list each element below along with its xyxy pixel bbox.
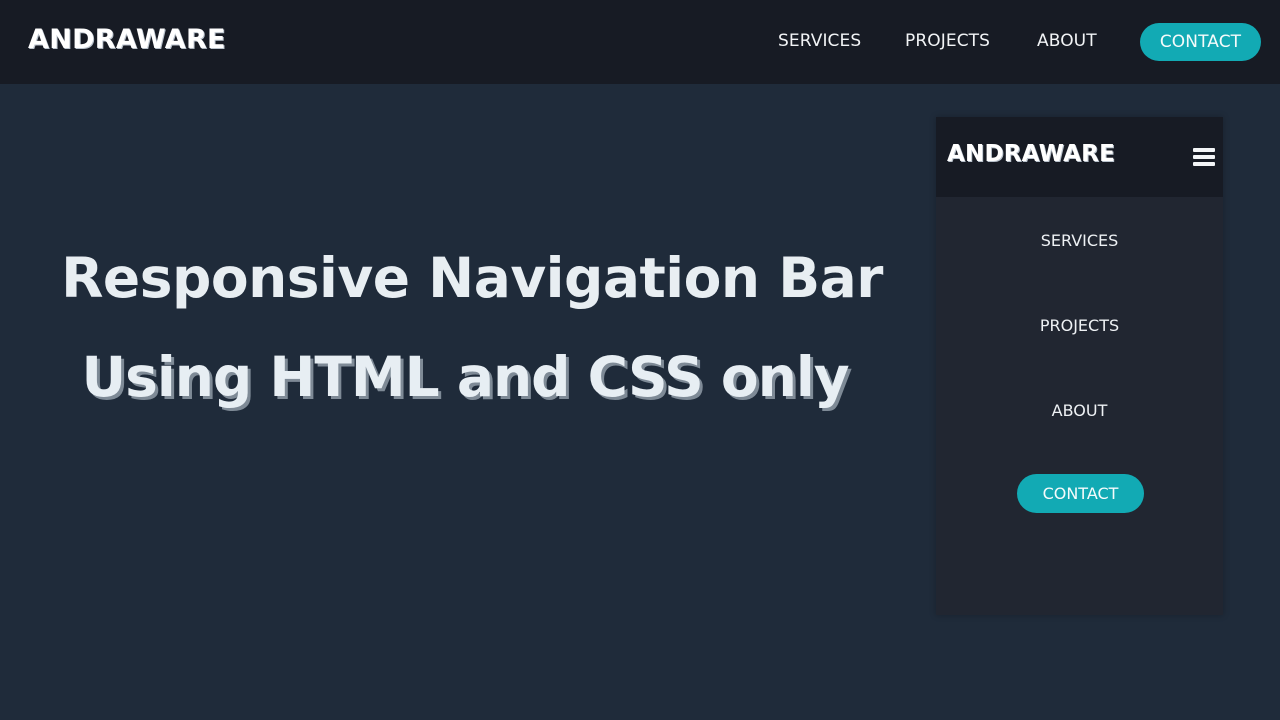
mobile-preview-panel: ANDRAWARE SERVICES PROJECTS ABOUT CONTAC… xyxy=(936,117,1223,615)
hamburger-bar xyxy=(1193,162,1215,166)
page: ANDRAWARE SERVICES PROJECTS ABOUT CONTAC… xyxy=(0,0,1280,720)
contact-button[interactable]: CONTACT xyxy=(1140,23,1261,61)
brand-logo[interactable]: ANDRAWARE xyxy=(28,24,226,55)
top-navbar: ANDRAWARE SERVICES PROJECTS ABOUT CONTAC… xyxy=(0,0,1280,84)
nav-link-projects[interactable]: PROJECTS xyxy=(905,31,990,51)
mobile-navbar: ANDRAWARE xyxy=(936,117,1223,197)
hamburger-bar xyxy=(1193,155,1215,159)
mobile-nav-link-services[interactable]: SERVICES xyxy=(936,231,1223,250)
hero-title: Responsive Navigation Bar xyxy=(61,246,883,310)
nav-link-about[interactable]: ABOUT xyxy=(1037,31,1097,51)
nav-link-services[interactable]: SERVICES xyxy=(778,31,861,51)
mobile-nav-link-projects[interactable]: PROJECTS xyxy=(936,316,1223,335)
hero-subtitle: Using HTML and CSS only xyxy=(81,345,849,409)
mobile-contact-button[interactable]: CONTACT xyxy=(1017,474,1144,513)
mobile-brand-logo[interactable]: ANDRAWARE xyxy=(947,141,1115,167)
hamburger-bar xyxy=(1193,148,1215,152)
mobile-nav-link-about[interactable]: ABOUT xyxy=(936,401,1223,420)
hamburger-icon[interactable] xyxy=(1193,148,1215,167)
